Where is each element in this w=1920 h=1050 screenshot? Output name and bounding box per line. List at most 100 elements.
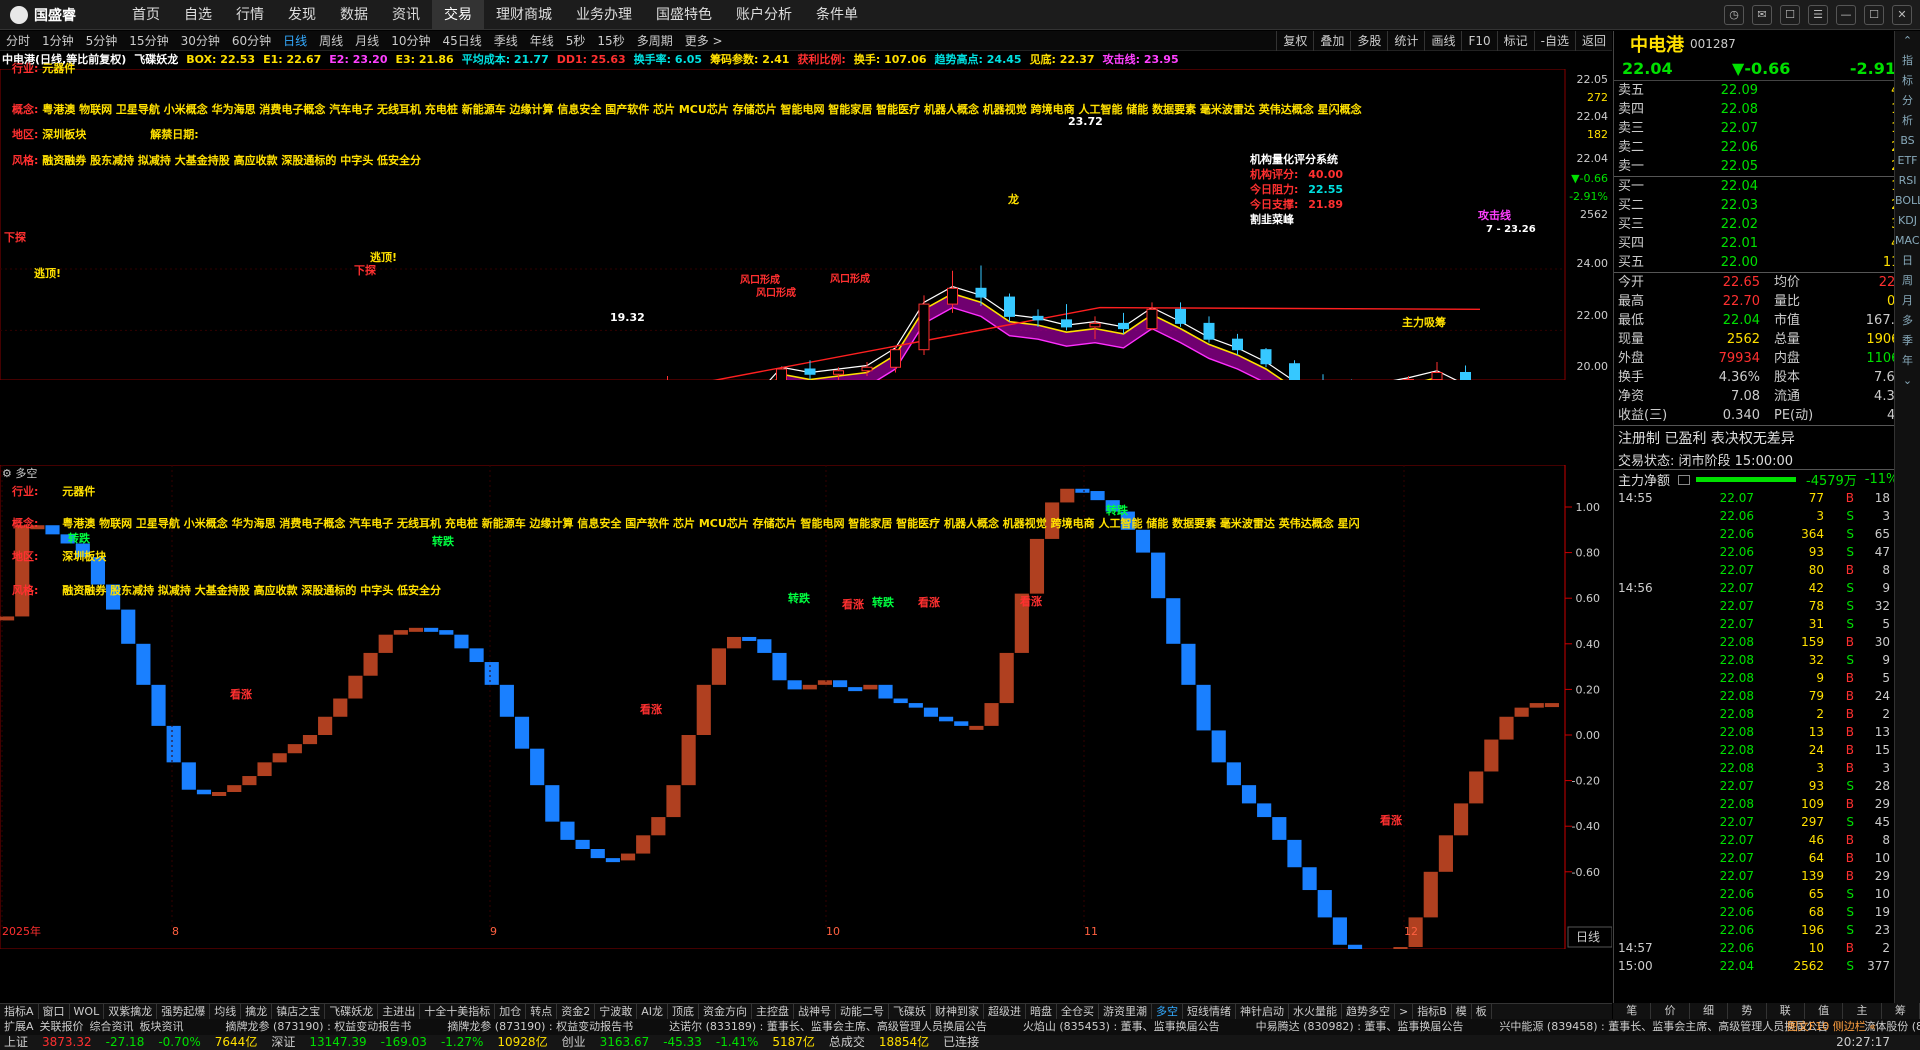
sidebar-item-10[interactable]: MACD (1895, 231, 1920, 251)
indicator-tab-27[interactable]: 多空 (1152, 1004, 1183, 1019)
sidebar-item-0[interactable]: ⌃ (1895, 31, 1920, 51)
nav-item-4[interactable]: 数据 (328, 0, 380, 30)
quote-tab-1[interactable]: 价 (1651, 1003, 1690, 1019)
news-item-2[interactable]: 达诺尔 (833189) : 董事长、监事会主席、高级管理人员换届公告 (669, 1020, 987, 1033)
tool-button-1[interactable]: 叠加 (1313, 31, 1350, 51)
period-tab-9[interactable]: 10分钟 (385, 31, 436, 51)
indicator-tab-24[interactable]: 暗盘 (1026, 1004, 1057, 1019)
period-tab-14[interactable]: 15秒 (591, 31, 630, 51)
indicator-tab-16[interactable]: 顶底 (668, 1004, 699, 1019)
nav-item-11[interactable]: 条件单 (804, 0, 870, 30)
nav-item-0[interactable]: 首页 (120, 0, 172, 30)
indicator-tab-9[interactable]: 主进出 (378, 1004, 421, 1019)
nav-item-9[interactable]: 国盛特色 (644, 0, 724, 30)
nav-item-6[interactable]: 交易 (432, 0, 484, 30)
news-item-4[interactable]: 中易腾达 (830982) : 董事、监事换届公告 (1256, 1020, 1464, 1033)
bid-row[interactable]: 买四22.01440 (1614, 234, 1920, 253)
period-box[interactable]: 日线 (1576, 930, 1600, 944)
ext-tab-0[interactable]: 扩展A (4, 1020, 34, 1033)
indicator-tab-35[interactable]: 板 (1472, 1004, 1492, 1019)
maximize-icon[interactable]: ☐ (1864, 5, 1884, 25)
sidebar-item-7[interactable]: RSI (1895, 171, 1920, 191)
ask-row[interactable]: 卖三22.07162 (1614, 119, 1920, 138)
tool-button-8[interactable]: 返回 (1574, 31, 1612, 51)
clock-icon[interactable]: ◷ (1724, 5, 1744, 25)
indicator-tab-25[interactable]: 全仓买 (1057, 1004, 1099, 1019)
period-tab-15[interactable]: 多周期 (631, 31, 679, 51)
indicator-tab-10[interactable]: 十全十美指标 (420, 1004, 496, 1019)
bid-row[interactable]: 买五22.001160 (1614, 253, 1920, 272)
tool-button-4[interactable]: 画线 (1424, 31, 1461, 51)
sidebar-item-13[interactable]: 月 (1895, 291, 1920, 311)
period-tab-4[interactable]: 30分钟 (175, 31, 226, 51)
indicator-tab-21[interactable]: 飞碟妖 (889, 1004, 931, 1019)
tool-button-6[interactable]: 标记 (1496, 31, 1534, 51)
sidebar-item-2[interactable]: 标 (1895, 71, 1920, 91)
quote-tab-5[interactable]: 值 (1805, 1003, 1844, 1019)
period-tab-0[interactable]: 分时 (0, 31, 36, 51)
indicator-tab-6[interactable]: 擒龙 (241, 1004, 273, 1019)
tool-button-0[interactable]: 复权 (1276, 31, 1313, 51)
indicator-tab-32[interactable]: > (1395, 1004, 1414, 1019)
checkbox[interactable] (1678, 474, 1691, 485)
sidebar-item-11[interactable]: 日 (1895, 251, 1920, 271)
menu-icon[interactable]: ☰ (1808, 5, 1828, 25)
period-tab-8[interactable]: 月线 (349, 31, 385, 51)
mail-icon[interactable]: ✉ (1752, 5, 1772, 25)
sidebar-item-8[interactable]: BOLL (1895, 191, 1920, 211)
news-item-3[interactable]: 火焰山 (835453) : 董事、监事换届公告 (1023, 1020, 1220, 1033)
nav-item-7[interactable]: 理财商城 (484, 0, 564, 30)
indicator-tab-29[interactable]: 神针启动 (1236, 1004, 1289, 1019)
bid-row[interactable]: 买二22.03295 (1614, 196, 1920, 215)
tool-button-2[interactable]: 多股 (1350, 31, 1387, 51)
minimize-icon[interactable]: — (1836, 5, 1856, 25)
tool-button-5[interactable]: F10 (1461, 31, 1496, 51)
period-tab-7[interactable]: 周线 (313, 31, 349, 51)
indicator-tab-7[interactable]: 镇店之宝 (272, 1004, 326, 1019)
news-item-1[interactable]: 摘牌龙参 (873190) : 权益变动报告书 (447, 1020, 633, 1033)
close-icon[interactable]: ✕ (1892, 5, 1912, 25)
sidebar-item-16[interactable]: 年 (1895, 351, 1920, 371)
indicator-tab-22[interactable]: 财神到家 (931, 1004, 984, 1019)
tool-button-7[interactable]: -自选 (1533, 31, 1575, 51)
ask-row[interactable]: 卖一22.05272 (1614, 157, 1920, 176)
long-short-indicator-chart[interactable]: 1.00 0.80 0.60 0.40 0.20 0.00 -0.20 -0.40 -0.60 转… (0, 465, 1612, 949)
sidebar-item-15[interactable]: 季 (1895, 331, 1920, 351)
indicator-tab-26[interactable]: 游资里潮 (1099, 1004, 1152, 1019)
indicator-tab-12[interactable]: 转点 (526, 1004, 558, 1019)
quote-tab-6[interactable]: 主 (1843, 1003, 1882, 1019)
indicator-tab-2[interactable]: WOL (70, 1004, 105, 1019)
period-tab-6[interactable]: 日线 (277, 31, 313, 51)
nav-item-3[interactable]: 发现 (276, 0, 328, 30)
period-tab-11[interactable]: 季线 (488, 31, 524, 51)
quote-tab-0[interactable]: 笔 (1613, 1003, 1652, 1019)
period-tab-16[interactable]: 更多 > (679, 31, 729, 51)
indicator-tab-18[interactable]: 主控盘 (752, 1004, 794, 1019)
indicator-tab-11[interactable]: 加仓 (495, 1004, 527, 1019)
period-tab-2[interactable]: 5分钟 (80, 31, 124, 51)
indicator-tab-33[interactable]: 指标B (1413, 1004, 1452, 1019)
news-item-5[interactable]: 兴中能源 (839458) : 董事长、监事会主席、高级管理人员换届公告 (1499, 1020, 1828, 1033)
quote-tab-3[interactable]: 势 (1728, 1003, 1767, 1019)
indicator-tab-20[interactable]: 动能二号 (836, 1004, 889, 1019)
sidebar-item-9[interactable]: KDJ (1895, 211, 1920, 231)
period-tab-1[interactable]: 1分钟 (36, 31, 80, 51)
period-tab-10[interactable]: 45日线 (436, 31, 487, 51)
nav-item-10[interactable]: 账户分析 (724, 0, 804, 30)
nav-item-1[interactable]: 自选 (172, 0, 224, 30)
nav-item-8[interactable]: 业务办理 (564, 0, 644, 30)
nav-item-5[interactable]: 资讯 (380, 0, 432, 30)
nav-item-2[interactable]: 行情 (224, 0, 276, 30)
period-tab-3[interactable]: 15分钟 (123, 31, 174, 51)
indicator-tab-15[interactable]: AI龙 (637, 1004, 668, 1019)
indicator-tab-17[interactable]: 资金方向 (699, 1004, 752, 1019)
sidebar-item-4[interactable]: 析 (1895, 111, 1920, 131)
indicator-tab-8[interactable]: 飞碟妖龙 (325, 1004, 379, 1019)
sidebar-item-1[interactable]: 指 (1895, 51, 1920, 71)
sidebar-item-5[interactable]: BS (1895, 131, 1920, 151)
ask-row[interactable]: 卖二22.06292 (1614, 138, 1920, 157)
indicator-tab-1[interactable]: 窗口 (39, 1004, 70, 1019)
sidebar-item-14[interactable]: 多 (1895, 311, 1920, 331)
indicator-tab-5[interactable]: 均线 (210, 1004, 242, 1019)
indicator-tab-4[interactable]: 强势起爆 (157, 1004, 211, 1019)
